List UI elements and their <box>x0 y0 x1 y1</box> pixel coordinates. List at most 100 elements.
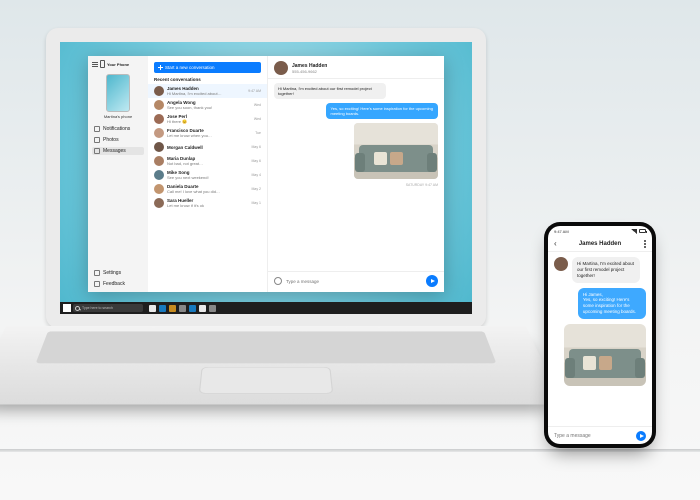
phone-outgoing-message: Hi James, Yes, so exciting! Here's some … <box>578 288 646 319</box>
taskbar-app-icon[interactable] <box>169 305 176 312</box>
windows-taskbar: Type here to search <box>60 302 472 314</box>
conv-date: Tue <box>255 131 261 135</box>
conversation-item[interactable]: James HaddenHi Martina, I'm excited abou… <box>148 84 267 98</box>
conv-date: 9:47 AM <box>248 89 261 93</box>
taskbar-app-icon[interactable] <box>179 305 186 312</box>
message-timestamp: SATURDAY 9:47 AM <box>406 183 438 187</box>
phone-send-button[interactable] <box>636 431 646 441</box>
conv-preview: See you soon, thank you! <box>167 105 251 110</box>
conv-date: May 6 <box>251 159 261 163</box>
nav-notifications[interactable]: Notifications <box>92 125 144 133</box>
conversation-item[interactable]: Jose PerlHi there 😊Wed <box>148 112 267 126</box>
back-button[interactable]: ‹ <box>554 239 557 248</box>
phone-contact-avatar <box>554 257 568 271</box>
conv-date: May 2 <box>251 187 261 191</box>
contact-avatar <box>274 61 288 75</box>
phone-chat-header: ‹ James Hadden <box>548 236 652 252</box>
image-icon <box>94 137 100 143</box>
chat-input-bar <box>268 271 444 292</box>
phone-message-input[interactable] <box>554 433 632 439</box>
chat-pane: James Hadden 555-456-9662 Hi Martina, I'… <box>268 56 444 292</box>
outgoing-message: Yes, so exciting! Here's some inspiratio… <box>326 103 438 119</box>
conv-date: Wed <box>254 117 261 121</box>
bell-icon <box>94 126 100 132</box>
conversation-item[interactable]: Angela WongSee you soon, thank you!Wed <box>148 98 267 112</box>
send-icon <box>640 434 644 438</box>
phone-outgoing-photo[interactable] <box>564 324 646 386</box>
laptop-device: Your Phone Martina's phone Notifications… <box>46 28 486 456</box>
avatar <box>154 86 164 96</box>
nav-messages[interactable]: Messages <box>92 147 144 155</box>
emoji-icon[interactable] <box>274 277 282 285</box>
conv-date: May 4 <box>251 173 261 177</box>
taskbar-pinned-apps <box>149 305 216 312</box>
conv-date: May 6 <box>251 145 261 149</box>
conv-name: Morgan Caldwell <box>167 145 248 150</box>
taskbar-app-icon[interactable] <box>209 305 216 312</box>
conv-preview: Let me know if it's ok <box>167 203 248 208</box>
phone-input-bar <box>548 426 652 444</box>
your-phone-app-window: Your Phone Martina's phone Notifications… <box>88 56 444 292</box>
conv-preview: Hi Martina, I'm excited about… <box>167 91 245 96</box>
taskbar-app-icon[interactable] <box>189 305 196 312</box>
phone-incoming-message: Hi Martina, I'm excited about our first … <box>572 257 640 283</box>
conversation-item[interactable]: Maria DunlapNot bad, not great…May 6 <box>148 154 267 168</box>
conversation-item[interactable]: Sara HuellerLet me know if it's okMay 1 <box>148 196 267 210</box>
app-title: Your Phone <box>107 62 129 67</box>
nav-feedback[interactable]: Feedback <box>92 280 144 288</box>
new-conversation-button[interactable]: Start a new conversation <box>154 62 261 73</box>
hamburger-icon[interactable] <box>92 62 98 67</box>
taskbar-app-icon[interactable] <box>199 305 206 312</box>
start-button[interactable] <box>63 304 71 312</box>
plus-icon <box>158 65 163 70</box>
taskbar-search[interactable]: Type here to search <box>73 304 143 312</box>
avatar <box>154 100 164 110</box>
avatar <box>154 142 164 152</box>
signal-icon <box>631 229 637 234</box>
sidebar: Your Phone Martina's phone Notifications… <box>88 56 148 292</box>
conv-preview: Not bad, not great… <box>167 161 248 166</box>
conv-date: May 1 <box>251 201 261 205</box>
avatar <box>154 128 164 138</box>
outgoing-photo[interactable] <box>354 123 438 179</box>
nav-photos[interactable]: Photos <box>92 136 144 144</box>
conversation-item[interactable]: Mike SongSee you next weekend!May 4 <box>148 168 267 182</box>
overflow-menu-icon[interactable] <box>644 240 646 248</box>
taskbar-app-icon[interactable] <box>159 305 166 312</box>
conv-preview: Hi there 😊 <box>167 119 251 124</box>
send-button[interactable] <box>426 275 438 287</box>
phone-device: 9:47 AM ‹ James Hadden Hi Martina, I'm e… <box>544 222 656 448</box>
avatar <box>154 184 164 194</box>
avatar <box>154 156 164 166</box>
conv-preview: Call me! I love what you did… <box>167 189 248 194</box>
recent-label: Recent conversations <box>148 77 267 84</box>
feedback-icon <box>94 281 100 287</box>
conversations-column: Start a new conversation Recent conversa… <box>148 56 268 292</box>
chat-header: James Hadden 555-456-9662 <box>268 56 444 79</box>
avatar <box>154 198 164 208</box>
conv-preview: Let me know when you… <box>167 133 252 138</box>
conversation-item[interactable]: Francisco DuarteLet me know when you…Tue <box>148 126 267 140</box>
device-thumbnail <box>106 74 130 112</box>
gear-icon <box>94 270 100 276</box>
contact-phone: 555-456-9662 <box>292 69 327 74</box>
conversation-item[interactable]: Daniela DuarteCall me! I love what you d… <box>148 182 267 196</box>
device-name: Martina's phone <box>92 114 144 119</box>
taskbar-app-icon[interactable] <box>149 305 156 312</box>
battery-icon <box>639 229 646 233</box>
conv-date: Wed <box>254 103 261 107</box>
phone-icon <box>100 60 105 68</box>
search-icon <box>75 306 80 311</box>
nav-settings[interactable]: Settings <box>92 269 144 277</box>
message-input[interactable] <box>286 279 422 284</box>
avatar <box>154 114 164 124</box>
send-icon <box>431 279 435 283</box>
avatar <box>154 170 164 180</box>
conversation-item[interactable]: Morgan CaldwellMay 6 <box>148 140 267 154</box>
conv-preview: See you next weekend! <box>167 175 248 180</box>
phone-status-bar: 9:47 AM <box>548 226 652 236</box>
incoming-message: Hi Martina, I'm excited about our first … <box>274 83 386 99</box>
contact-name: James Hadden <box>292 63 327 69</box>
phone-time: 9:47 AM <box>554 229 569 234</box>
phone-contact-name: James Hadden <box>579 241 621 247</box>
